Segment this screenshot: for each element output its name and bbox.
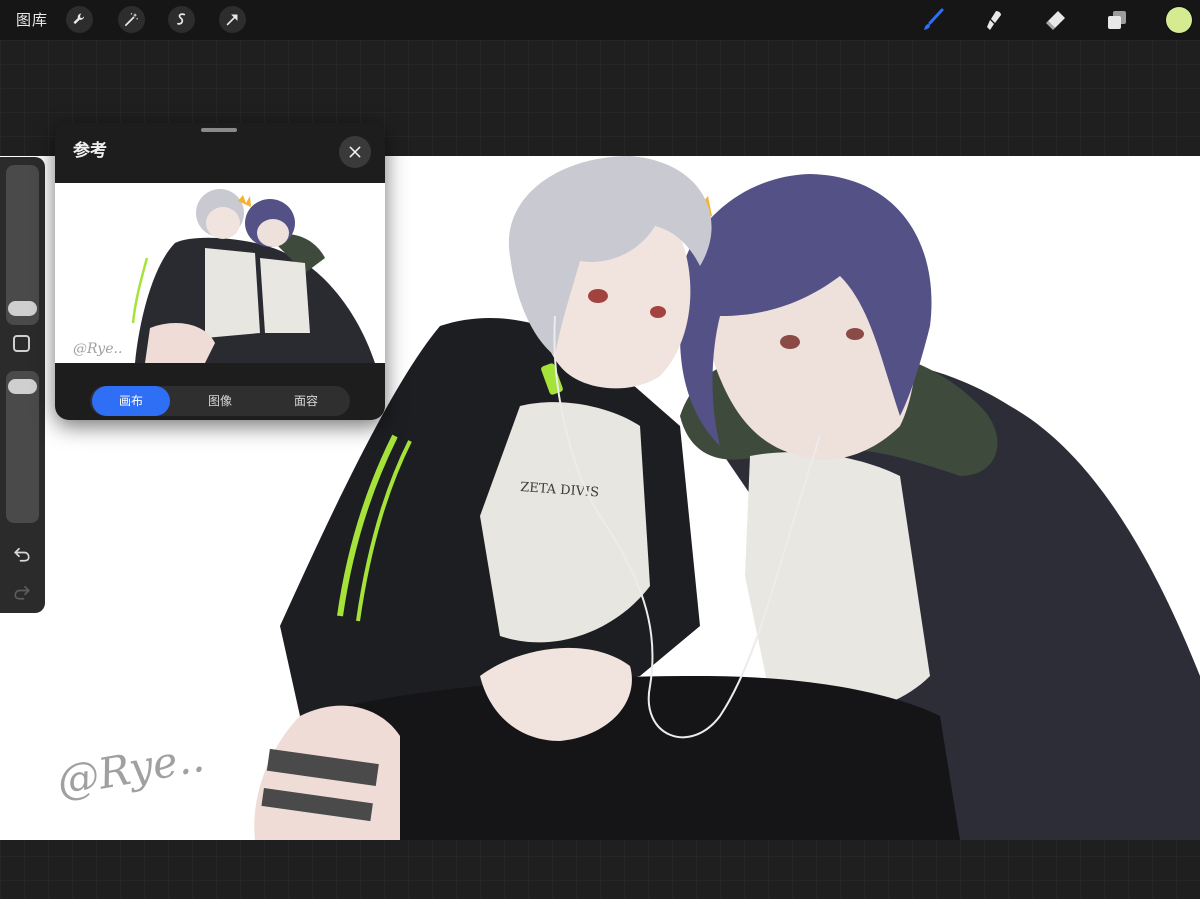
panel-drag-handle[interactable] — [201, 128, 237, 132]
layers-icon — [1108, 11, 1126, 29]
left-sidebar — [0, 157, 45, 613]
selection-button[interactable] — [168, 6, 195, 33]
reference-mode-tabs: 画布 图像 面容 — [90, 386, 350, 416]
reference-preview: @Rye.. — [55, 183, 385, 363]
preview-thumbnail: @Rye.. — [73, 189, 375, 363]
layers-button[interactable] — [1102, 5, 1132, 35]
redo-button[interactable] — [11, 581, 33, 603]
tab-face[interactable]: 面容 — [266, 386, 346, 416]
reference-title: 参考 — [73, 141, 107, 161]
artist-signature: @Rye.. — [53, 732, 207, 806]
modifier-square-button[interactable] — [13, 335, 30, 352]
procreate-app: 图库 ZETA DIVIS @Rye.. 参考 @Rye.. 画布 图像 面容 — [0, 0, 1200, 899]
wrench-icon — [73, 13, 85, 25]
transform-button[interactable] — [219, 6, 246, 33]
tab-canvas[interactable]: 画布 — [92, 386, 170, 416]
magic-wand-icon — [124, 13, 138, 27]
color-picker-button[interactable] — [1166, 7, 1192, 33]
brush-size-slider[interactable] — [6, 165, 39, 325]
close-icon — [349, 146, 361, 158]
top-toolbar: 图库 — [0, 0, 1200, 40]
adjustments-button[interactable] — [118, 6, 145, 33]
smudge-tool-button[interactable] — [979, 5, 1009, 35]
redo-icon — [14, 585, 30, 600]
brush-icon — [924, 8, 944, 30]
actions-button[interactable] — [66, 6, 93, 33]
selection-s-icon — [177, 13, 186, 25]
arrow-transform-icon — [226, 14, 238, 26]
gallery-button[interactable]: 图库 — [16, 9, 48, 30]
opacity-slider[interactable] — [6, 371, 39, 523]
tab-image[interactable]: 图像 — [180, 386, 260, 416]
brush-size-thumb[interactable] — [8, 301, 37, 316]
reference-panel[interactable]: 参考 @Rye.. 画布 图像 面容 — [55, 123, 385, 420]
undo-button[interactable] — [11, 543, 33, 565]
smudge-icon — [987, 11, 1001, 30]
right-shirt — [745, 452, 930, 714]
eraser-icon — [1046, 11, 1065, 30]
undo-icon — [14, 547, 30, 562]
eraser-tool-button[interactable] — [1040, 5, 1070, 35]
brush-tool-button[interactable] — [918, 5, 948, 35]
opacity-thumb[interactable] — [8, 379, 37, 394]
preview-signature: @Rye.. — [73, 341, 122, 357]
close-reference-button[interactable] — [339, 136, 371, 168]
